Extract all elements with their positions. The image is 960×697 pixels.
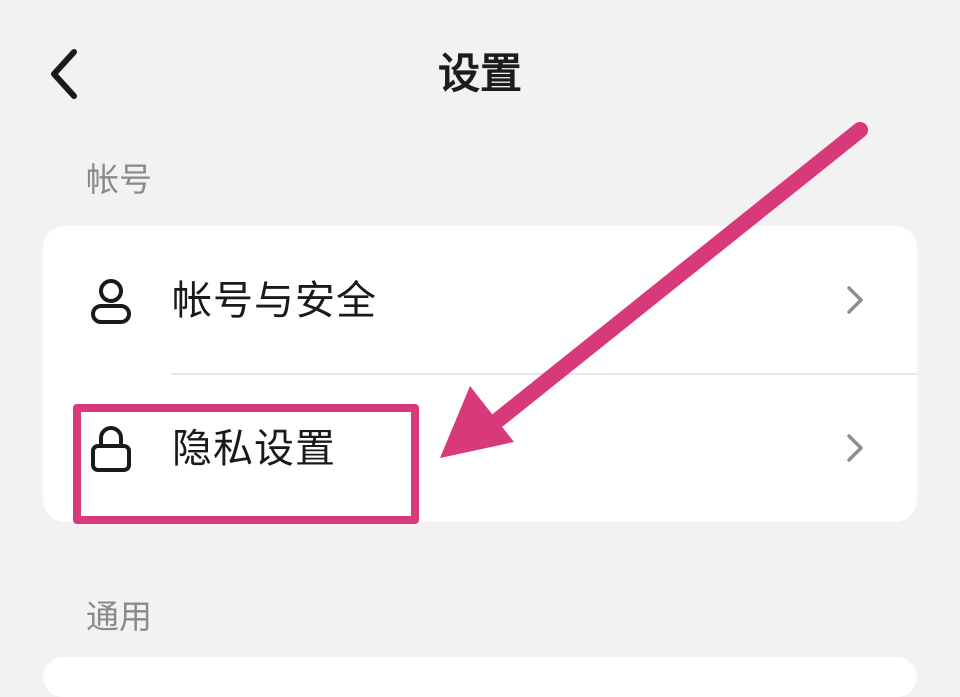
privacy-settings-item[interactable]: 隐私设置 — [43, 374, 917, 522]
user-icon — [91, 279, 131, 324]
privacy-settings-label: 隐私设置 — [172, 426, 336, 472]
general-settings-card — [43, 657, 917, 697]
account-settings-card: 帐号与安全 隐私设置 — [43, 226, 917, 522]
chevron-right-icon — [847, 286, 863, 314]
lock-icon — [91, 426, 131, 472]
page-title: 设置 — [437, 49, 522, 98]
section-label-account: 帐号 — [86, 160, 152, 199]
header-bar: 设置 — [0, 0, 960, 150]
chevron-right-icon — [847, 434, 863, 462]
account-security-item[interactable]: 帐号与安全 — [43, 226, 917, 374]
account-security-label: 帐号与安全 — [172, 278, 377, 324]
section-label-general: 通用 — [86, 597, 152, 636]
